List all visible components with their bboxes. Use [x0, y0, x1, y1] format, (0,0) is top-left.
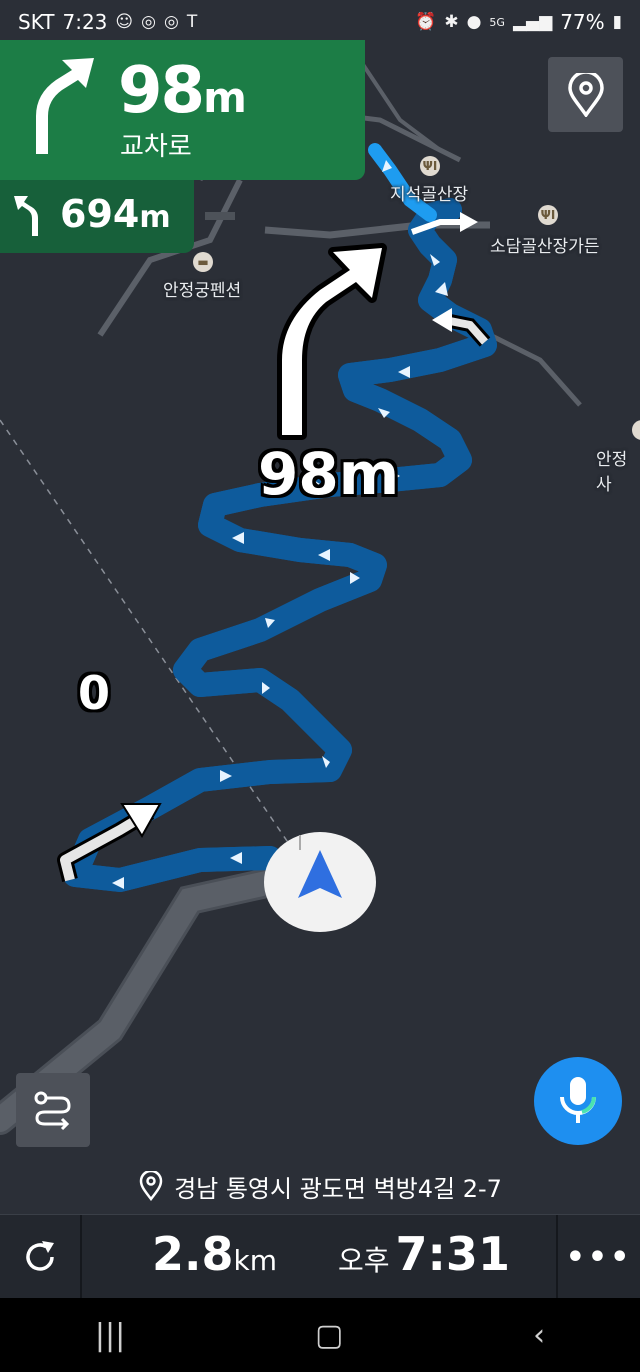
remaining-distance: 2.8km [152, 1227, 277, 1281]
next-distance-unit: m [139, 200, 171, 235]
current-address: 경남 통영시 광도면 벽방4길 2-7 [0, 1160, 640, 1212]
bluetooth-icon: ✱ [444, 12, 459, 32]
route-icon [34, 1091, 71, 1131]
turn-guidance-card[interactable]: 98m 교차로 [0, 40, 365, 180]
location-pin-icon [139, 1171, 163, 1201]
turn-left-arrow-icon [14, 196, 38, 236]
emoji-icon: ☺ [115, 12, 134, 32]
bed-icon[interactable]: ▬ [193, 252, 213, 272]
microphone-icon [560, 1077, 596, 1123]
route-overview-button[interactable] [16, 1073, 90, 1147]
alarm-icon: ⏰ [415, 12, 437, 32]
5g-icon: 5G [489, 15, 505, 29]
next-turn-card[interactable]: 694m [0, 180, 194, 253]
home-icon[interactable]: ▢ [315, 1318, 343, 1353]
clock: 7:23 [62, 10, 108, 34]
restaurant-icon[interactable]: ΨΙ [420, 156, 440, 176]
next-distance-value: 694 [60, 192, 140, 236]
back-icon[interactable]: ‹ [533, 1318, 545, 1353]
poi-label[interactable]: 안정사 [596, 445, 640, 495]
instagram-icon: ◎ [141, 12, 156, 32]
eta-ampm: 오후 [338, 1244, 390, 1277]
road-name: 교차로 [120, 132, 192, 162]
poi-label[interactable]: 소담골산장가든 [490, 232, 599, 257]
more-options-button[interactable]: ••• [556, 1215, 640, 1299]
arrival-time: 오후 7:31 [338, 1227, 510, 1281]
turn-distance: 98m [118, 54, 247, 128]
remaining-distance-value: 2.8 [152, 1227, 234, 1281]
battery-icon: ▮ [612, 12, 622, 32]
turn-distance-overlay: 98m [258, 440, 400, 508]
trip-summary-bar: 2.8km 오후 7:31 ••• [0, 1214, 640, 1299]
instagram-icon: ◎ [163, 12, 179, 32]
turn-distance-value: 98 [118, 54, 205, 128]
status-bar: SKT 7:23 ☺ ◎ ◎ T ⏰ ✱ ● 5G ▂▄▆ 77% ▮ [0, 0, 640, 44]
eta-time: 7:31 [395, 1227, 510, 1281]
turn-right-arrow-icon [36, 58, 94, 154]
battery-level: 77% [560, 10, 605, 34]
poi-label[interactable]: 안정궁펜션 [163, 276, 241, 301]
restaurant-icon[interactable]: ΨΙ [538, 205, 558, 225]
reroute-button[interactable] [0, 1215, 82, 1299]
t-icon: T [186, 12, 198, 32]
more-icon: ••• [565, 1239, 633, 1275]
speed-readout: 0 [78, 666, 111, 720]
refresh-icon [26, 1241, 54, 1271]
next-turn-distance: 694m [60, 192, 171, 236]
poi-label[interactable]: 지석골산장 [390, 180, 468, 205]
current-location-button[interactable] [548, 57, 623, 132]
voice-search-button[interactable] [534, 1057, 622, 1145]
location-icon: ● [466, 12, 482, 32]
recent-apps-icon[interactable]: ||| [95, 1318, 125, 1353]
carrier-label: SKT [18, 10, 55, 34]
signal-icon: ▂▄▆ [512, 12, 553, 32]
turn-distance-unit: m [203, 73, 247, 122]
map-pin-icon [567, 72, 604, 117]
address-text: 경남 통영시 광도면 벽방4길 2-7 [174, 1174, 502, 1203]
system-navigation-bar: ||| ▢ ‹ [0, 1298, 640, 1372]
remaining-distance-unit: km [233, 1244, 278, 1277]
